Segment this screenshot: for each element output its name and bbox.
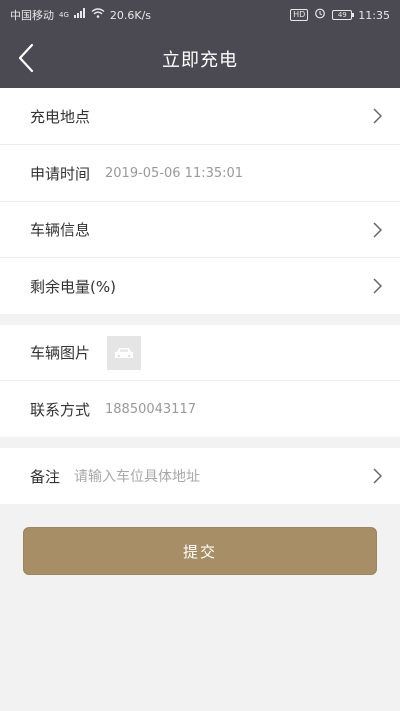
network-type: 4G: [59, 11, 69, 19]
remark-label: 备注: [30, 467, 61, 486]
contact-row: 联系方式 18850043117: [0, 381, 400, 437]
apply-time-value: 2019-05-06 11:35:01: [105, 165, 244, 181]
submit-button[interactable]: 提交: [23, 527, 377, 575]
page-title: 立即充电: [162, 50, 238, 71]
remark-input[interactable]: 请输入车位具体地址: [74, 466, 200, 486]
vehicle-image-upload[interactable]: [107, 335, 141, 370]
chevron-right-icon: [368, 221, 386, 239]
vehicle-image-label: 车辆图片: [30, 344, 91, 362]
contact-value: 18850043117: [105, 401, 196, 417]
status-right: HD 49 11:35: [290, 7, 390, 23]
carrier-name: 中国移动: [10, 9, 54, 22]
vehicle-info-label: 车辆信息: [30, 221, 91, 239]
network-speed: 20.6K/s: [109, 8, 152, 22]
alarm-icon: [314, 7, 326, 23]
status-left: 中国移动 4G 20.6K/s: [10, 7, 151, 23]
charging-location-row[interactable]: 充电地点: [0, 88, 400, 145]
chevron-right-icon: [368, 277, 386, 295]
apply-time-row: 申请时间 2019-05-06 11:35:01: [0, 145, 400, 202]
chevron-right-icon: [368, 107, 386, 125]
hd-badge: HD: [290, 9, 309, 21]
signal-icon: [73, 8, 86, 22]
chevron-right-icon: [368, 467, 386, 485]
clock: 11:35: [358, 8, 390, 22]
car-placeholder-icon: [115, 347, 133, 358]
remaining-charge-label: 剩余电量(%): [30, 277, 116, 296]
status-bar: 中国移动 4G 20.6K/s HD 49 11:35: [0, 0, 400, 28]
contact-label: 联系方式: [30, 400, 91, 419]
apply-time-label: 申请时间: [30, 164, 91, 183]
vehicle-info-row[interactable]: 车辆信息: [0, 202, 400, 258]
remaining-charge-row[interactable]: 剩余电量(%): [0, 258, 400, 314]
app-header: 立即充电: [0, 28, 400, 88]
remark-row[interactable]: 备注 请输入车位具体地址: [0, 448, 400, 504]
battery-icon: 49: [332, 10, 355, 20]
vehicle-image-row: 车辆图片: [0, 325, 400, 381]
charging-location-label: 充电地点: [30, 107, 91, 126]
wifi-icon: [91, 8, 105, 22]
